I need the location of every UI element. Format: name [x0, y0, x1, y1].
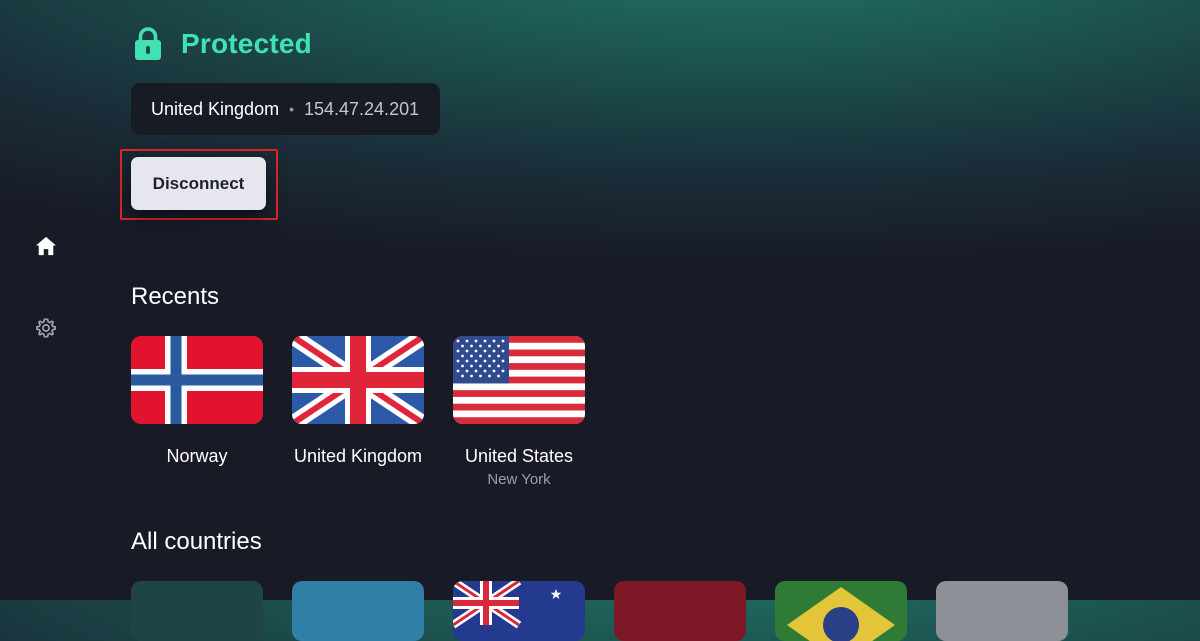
home-icon	[36, 236, 56, 256]
disconnect-button[interactable]: Disconnect	[131, 157, 266, 210]
lock-icon	[134, 27, 162, 61]
connection-info: United Kingdom • 154.47.24.201	[131, 83, 441, 135]
recent-name: United States	[464, 446, 574, 466]
connection-status: Protected	[134, 26, 312, 62]
country-tile-6[interactable]	[936, 581, 1068, 641]
sidebar-item-settings[interactable]	[28, 310, 64, 346]
light-blue-flag	[292, 581, 424, 641]
separator-dot: •	[289, 101, 294, 117]
dark-teal-flag	[131, 581, 263, 641]
norway-flag	[131, 336, 263, 424]
recent-subtitle: New York	[487, 471, 551, 488]
recent-name: Norway	[166, 446, 228, 466]
gear-icon	[36, 318, 56, 338]
recents-title: Recents	[131, 283, 220, 310]
recent-item-norway[interactable]: Norway	[131, 336, 263, 467]
grey-flag	[936, 581, 1068, 641]
country-tile-5[interactable]	[775, 581, 907, 641]
country-tile-3[interactable]	[453, 581, 585, 641]
status-text: Protected	[181, 28, 312, 59]
country-tile-2[interactable]	[292, 581, 424, 641]
recent-item-united-states[interactable]: United States New York	[453, 336, 585, 488]
ip-address: 154.47.24.201	[303, 98, 420, 119]
all-countries-title: All countries	[131, 528, 262, 555]
recent-name: United Kingdom	[293, 446, 423, 466]
sidebar	[0, 0, 92, 600]
country-tile-4[interactable]	[614, 581, 746, 641]
recent-item-united-kingdom[interactable]: United Kingdom	[292, 336, 424, 467]
australia-flag	[453, 581, 585, 641]
us-flag	[453, 336, 585, 424]
uk-flag	[292, 336, 424, 424]
brazil-flag	[775, 581, 907, 641]
sidebar-item-home[interactable]	[28, 228, 64, 264]
connected-country: United Kingdom	[151, 98, 280, 119]
country-tile-1[interactable]	[131, 581, 263, 641]
maroon-flag	[614, 581, 746, 641]
